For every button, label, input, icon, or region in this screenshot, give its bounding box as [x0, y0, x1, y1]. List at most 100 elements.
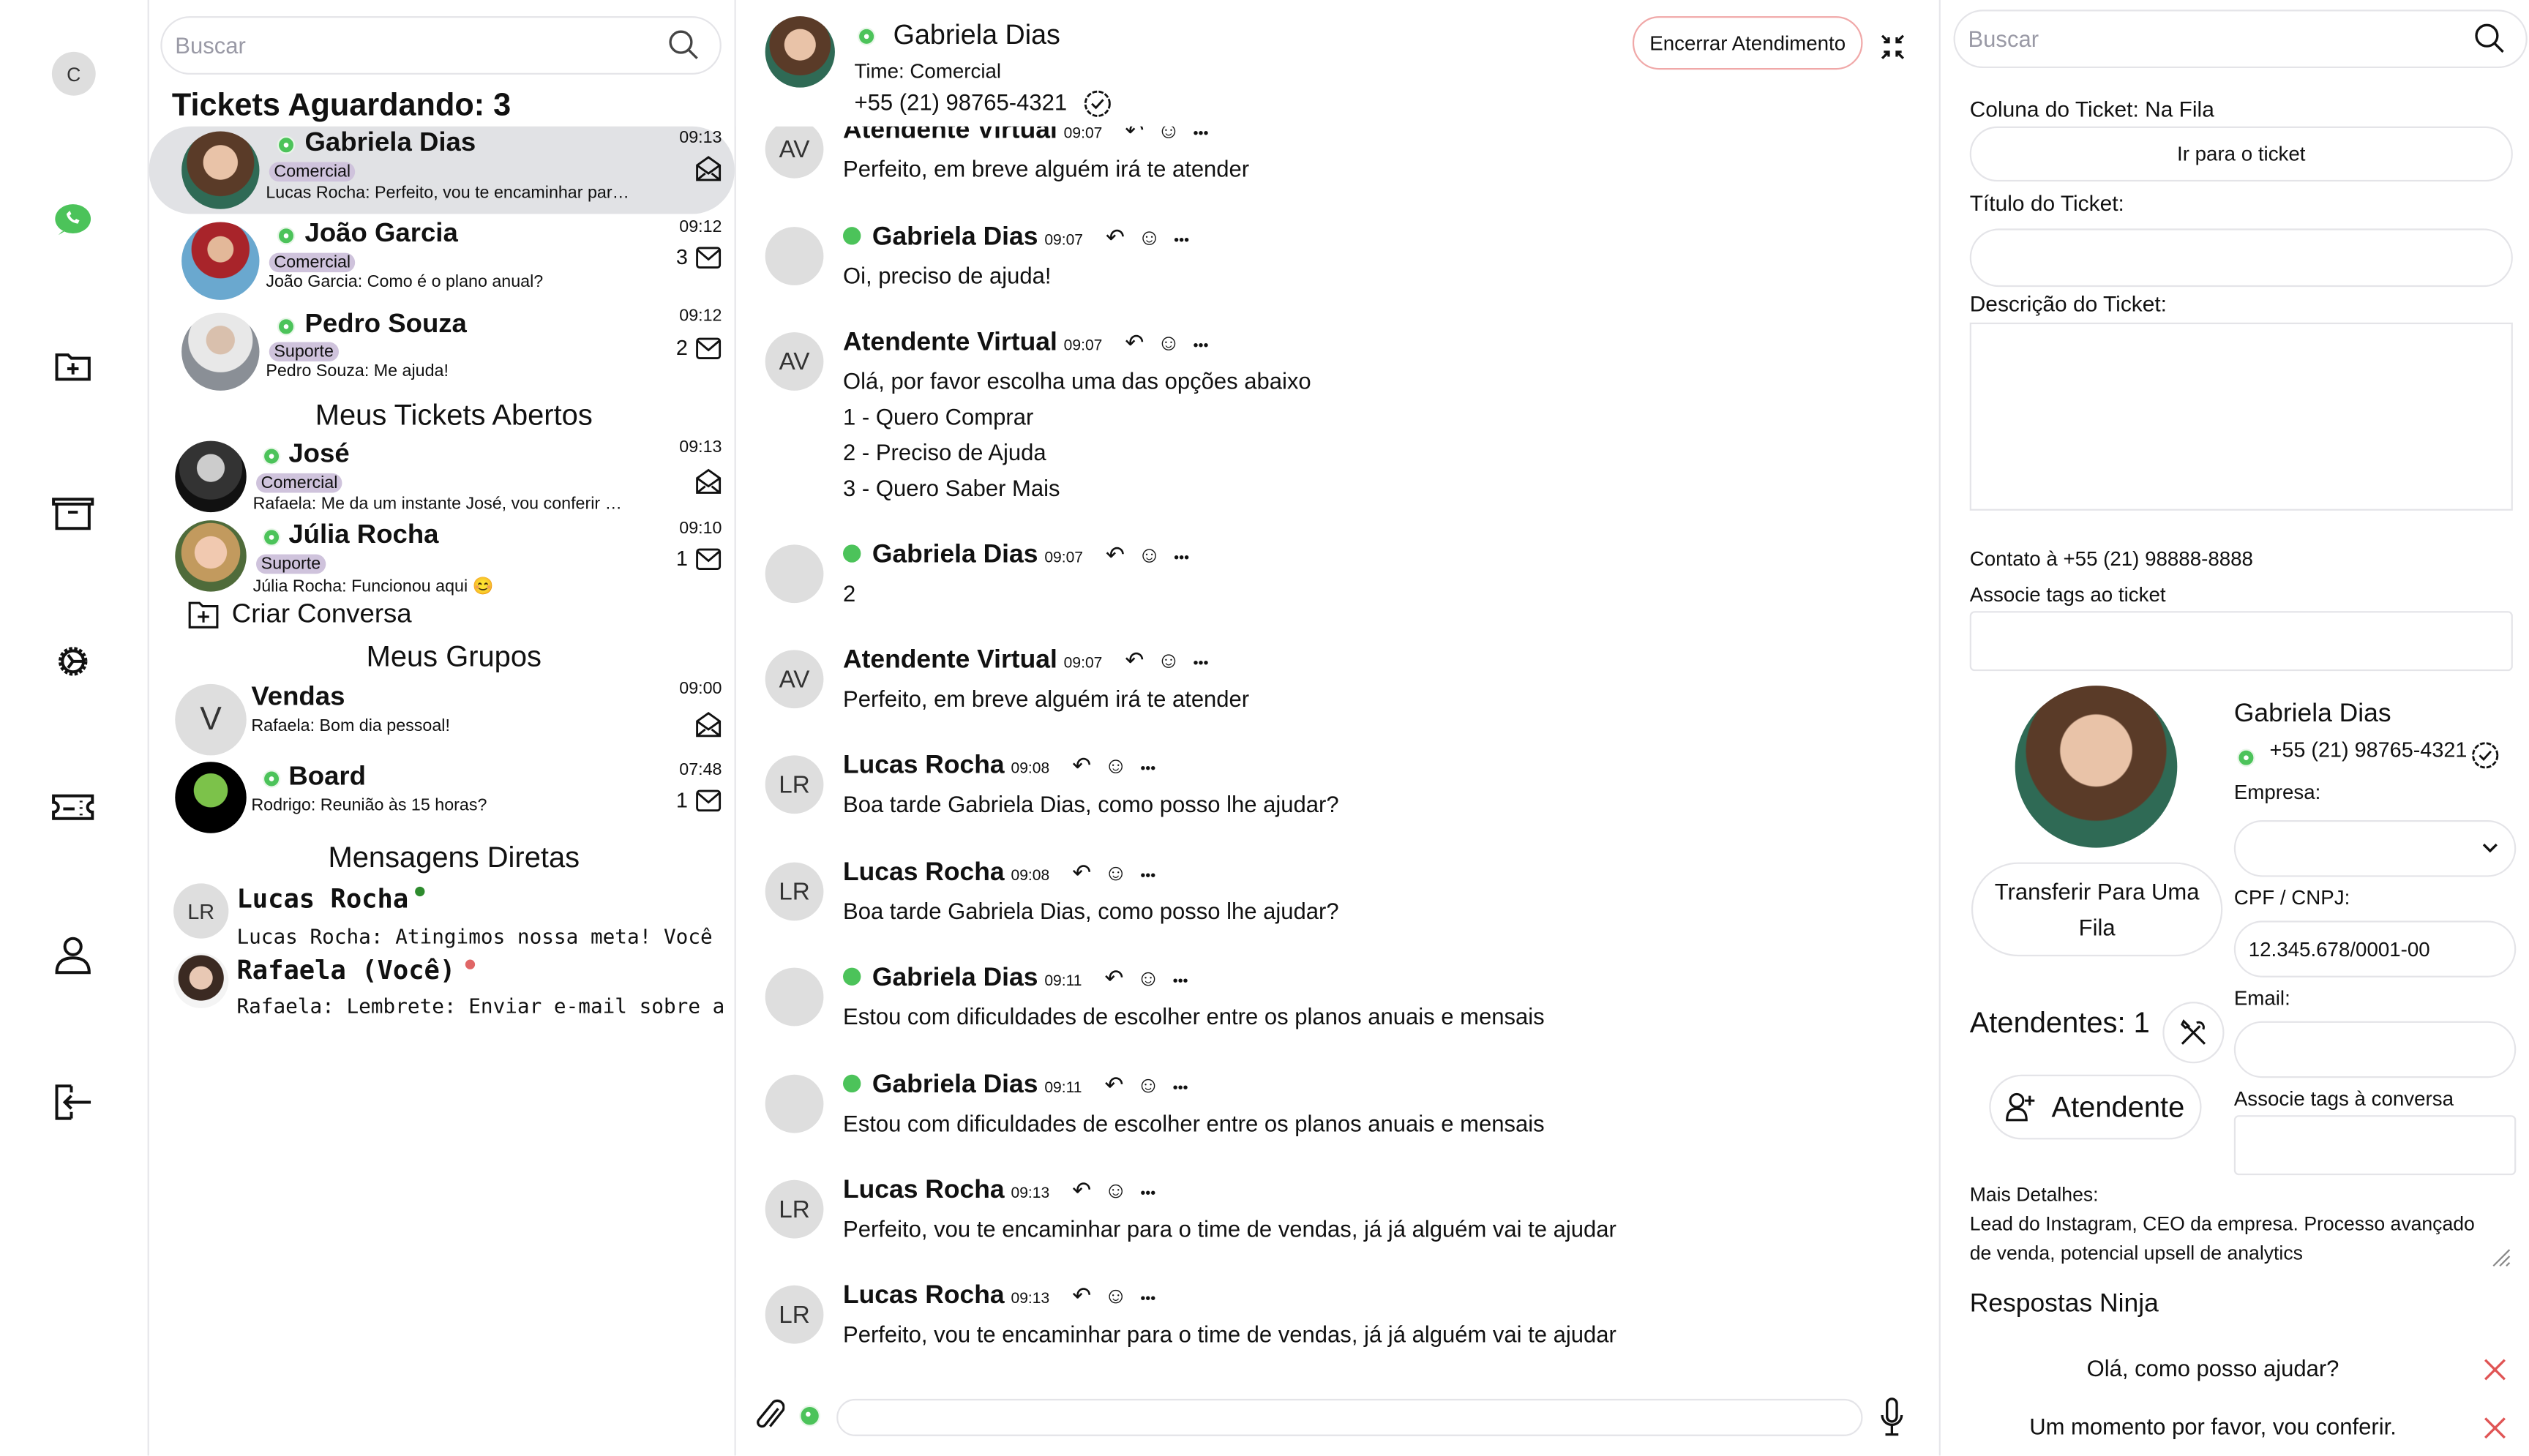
- envelope-icon: [696, 337, 722, 360]
- emoji-icon[interactable]: ☺: [1104, 1177, 1128, 1202]
- emoji-icon[interactable]: ☺: [1104, 859, 1128, 885]
- message-header: Gabriela Dias 09:07 ↶ ☺ •••: [843, 541, 1189, 571]
- user-icon[interactable]: [48, 931, 97, 979]
- reply-icon[interactable]: ↶: [1125, 329, 1144, 357]
- quick-reply[interactable]: Um momento por favor, vou conferir.: [1970, 1414, 2457, 1439]
- message-avatar: LR: [765, 1179, 824, 1239]
- add-attendant-button[interactable]: Atendente: [1989, 1074, 2202, 1140]
- user-avatar[interactable]: C: [51, 51, 96, 96]
- more-icon[interactable]: •••: [1174, 549, 1189, 566]
- message-sender: Lucas Rocha: [843, 1177, 1005, 1205]
- message-text: Olá, por favor escolha uma das opções ab…: [843, 367, 1311, 394]
- right-search-input[interactable]: Buscar: [1953, 10, 2528, 69]
- message-text: 1 - Quero Comprar: [843, 403, 1034, 430]
- close-icon[interactable]: [2484, 1359, 2506, 1381]
- whatsapp-icon[interactable]: [48, 195, 97, 243]
- emoji-icon[interactable]: ☺: [1157, 329, 1180, 355]
- email-input[interactable]: [2233, 1021, 2517, 1078]
- contact-phone: +55 (21) 98765-4321: [854, 89, 1068, 116]
- ticket-description-textarea[interactable]: [1969, 322, 2513, 511]
- ticket-name[interactable]: João Garcia: [304, 219, 457, 249]
- ticket-search-input[interactable]: Buscar: [160, 16, 722, 75]
- emoji-icon[interactable]: ☺: [1136, 964, 1160, 990]
- more-icon[interactable]: •••: [1173, 972, 1188, 988]
- emoji-icon[interactable]: ☺: [1136, 1071, 1160, 1097]
- message-header: Lucas Rocha 09:13 ↶ ☺ •••: [843, 1282, 1155, 1311]
- emoji-icon[interactable]: ☺: [1157, 647, 1180, 672]
- dm-name[interactable]: Rafaela (Você): [236, 955, 455, 986]
- search-icon[interactable]: [2474, 23, 2506, 55]
- end-service-button[interactable]: Encerrar Atendimento: [1632, 16, 1863, 70]
- more-icon[interactable]: •••: [1174, 232, 1189, 248]
- message-sender: Gabriela Dias: [872, 1071, 1038, 1100]
- reply-icon[interactable]: ↶: [1072, 752, 1091, 780]
- more-icon[interactable]: •••: [1140, 1185, 1155, 1201]
- dm-avatar: [173, 953, 229, 1008]
- create-conversation-button[interactable]: Criar Conversa: [188, 600, 412, 631]
- folder-plus-icon: [188, 601, 219, 628]
- resize-handle-icon[interactable]: [2492, 1248, 2511, 1268]
- group-name[interactable]: Vendas: [251, 683, 345, 713]
- more-icon[interactable]: •••: [1173, 1079, 1188, 1095]
- gear-icon[interactable]: [48, 637, 97, 686]
- details-line[interactable]: Lead do Instagram, CEO da empresa. Proce…: [1970, 1212, 2475, 1235]
- message-text: Perfeito, em breve alguém irá te atender: [843, 686, 1250, 712]
- contact-avatar: [765, 16, 835, 88]
- whatsapp-icon: [2237, 748, 2255, 767]
- ticket-icon[interactable]: [48, 783, 97, 831]
- quick-reply[interactable]: Olá, como posso ajudar?: [1970, 1355, 2457, 1381]
- group-name[interactable]: Board: [288, 762, 366, 792]
- ticket-name[interactable]: Pedro Souza: [304, 309, 466, 340]
- more-icon[interactable]: •••: [1140, 1290, 1155, 1306]
- reply-icon[interactable]: ↶: [1104, 1071, 1123, 1099]
- details-label: Mais Detalhes:: [1969, 1183, 2099, 1207]
- more-icon[interactable]: •••: [1193, 125, 1208, 141]
- chevron-down-icon: [2482, 844, 2498, 853]
- more-icon[interactable]: •••: [1193, 655, 1208, 671]
- folder-plus-icon[interactable]: [48, 342, 97, 390]
- reply-icon[interactable]: ↶: [1104, 964, 1123, 992]
- ticket-tags-input[interactable]: [1969, 611, 2513, 672]
- ticket-tag: Comercial: [269, 162, 356, 182]
- transfer-queue-button[interactable]: Transferir Para Uma Fila: [1971, 862, 2223, 957]
- message-sender: Atendente Virtual: [843, 329, 1057, 357]
- goto-ticket-button[interactable]: Ir para o ticket: [1969, 126, 2513, 182]
- close-icon[interactable]: [2484, 1416, 2506, 1439]
- logout-icon[interactable]: [48, 1078, 97, 1126]
- message-input[interactable]: [836, 1398, 1863, 1436]
- emoji-icon[interactable]: ☺: [1138, 541, 1161, 567]
- whatsapp-icon[interactable]: [799, 1405, 820, 1427]
- reply-icon[interactable]: ↶: [1072, 1282, 1091, 1310]
- emoji-icon[interactable]: ☺: [1104, 752, 1128, 778]
- reply-icon[interactable]: ↶: [1125, 647, 1144, 675]
- ticket-name[interactable]: José: [288, 439, 349, 470]
- paperclip-icon[interactable]: [755, 1399, 785, 1435]
- ticket-time: 09:10: [679, 518, 722, 539]
- collapse-icon[interactable]: [1879, 32, 1907, 61]
- reply-icon[interactable]: ↶: [1072, 859, 1091, 887]
- dm-name[interactable]: Lucas Rocha: [236, 883, 408, 914]
- search-icon[interactable]: [668, 29, 700, 61]
- more-icon[interactable]: •••: [1193, 337, 1208, 353]
- message-header: Gabriela Dias 09:11 ↶ ☺ •••: [843, 1071, 1188, 1100]
- emoji-icon[interactable]: ☺: [1104, 1282, 1128, 1307]
- emoji-icon[interactable]: ☺: [1138, 224, 1161, 249]
- company-select[interactable]: [2233, 819, 2517, 877]
- cpf-input[interactable]: 12.345.678/0001-00: [2233, 920, 2517, 977]
- reply-icon[interactable]: ↶: [1072, 1177, 1091, 1204]
- reply-icon[interactable]: ↶: [1106, 224, 1125, 252]
- conversation-tags-input[interactable]: [2233, 1115, 2517, 1176]
- archive-icon[interactable]: [48, 489, 97, 538]
- whatsapp-icon: [843, 967, 861, 986]
- message-list[interactable]: AV Atendente Virtual 09:07 ↶ ☺ ••• Perfeito, e…: [736, 0, 1939, 1455]
- ticket-name[interactable]: Júlia Rocha: [288, 520, 438, 551]
- reply-icon[interactable]: ↶: [1106, 541, 1125, 569]
- more-icon[interactable]: •••: [1140, 867, 1155, 883]
- envelope-icon: [696, 247, 722, 269]
- tools-button[interactable]: [2162, 1002, 2225, 1064]
- divider: [1938, 0, 1941, 1456]
- microphone-icon[interactable]: [1879, 1397, 1905, 1440]
- ticket-title-input[interactable]: [1969, 228, 2513, 288]
- details-line[interactable]: de venda, potencial upsell de analytics: [1970, 1242, 2303, 1264]
- more-icon[interactable]: •••: [1140, 760, 1155, 776]
